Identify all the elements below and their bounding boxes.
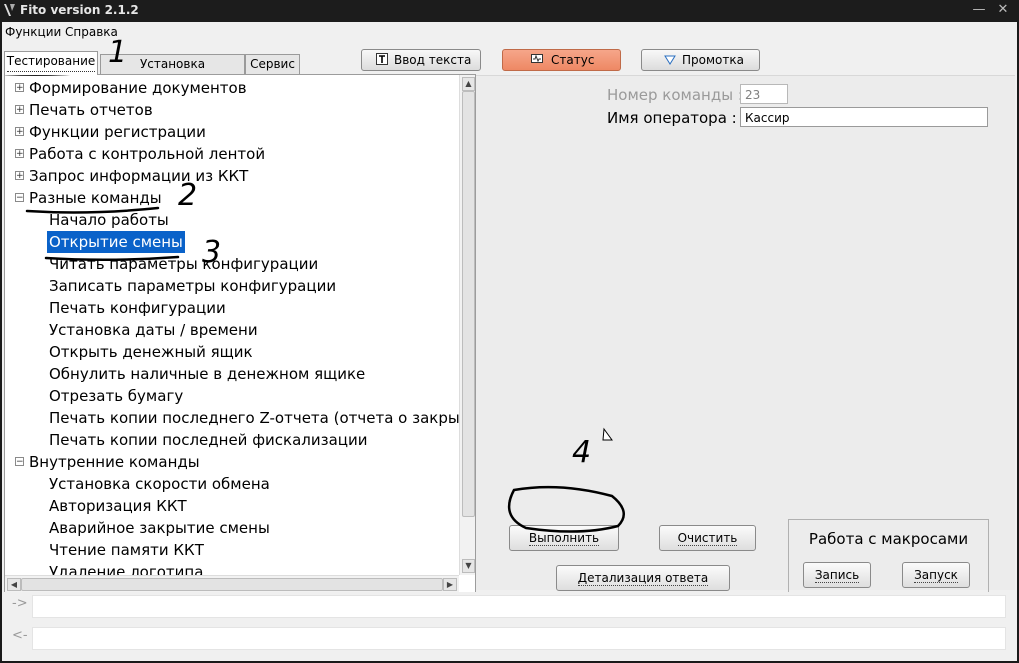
collapse-icon[interactable]: −: [15, 193, 24, 203]
command-params-panel: Номер команды : 23 Имя оператора : Касси…: [476, 75, 1015, 604]
tab-service[interactable]: Сервис: [245, 54, 300, 75]
command-number-field[interactable]: 23: [740, 84, 788, 104]
tree-item-label: Печать копии последней фискализации: [49, 431, 368, 449]
tree-item-label: Чтение памяти ККТ: [49, 541, 204, 559]
scroll-thumb-horizontal[interactable]: [21, 578, 443, 591]
macros-title: Работа с макросами: [808, 530, 969, 548]
console-input-line: <-: [2, 624, 1017, 652]
collapse-icon[interactable]: −: [15, 457, 24, 467]
tree-item-label: Печать отчетов: [29, 101, 153, 119]
window-title: Fito version 2.1.2: [20, 3, 139, 17]
tree-item-label: Начало работы: [49, 211, 169, 229]
tree-item-label: Формирование документов: [29, 79, 247, 97]
tree-item-label: Обнулить наличные в денежном ящике: [49, 365, 366, 383]
expand-icon[interactable]: +: [15, 127, 24, 137]
scroll-thumb[interactable]: [462, 91, 475, 517]
tree-item-label: Открытие смены: [47, 231, 185, 253]
tree-item-label: Функции регистрации: [29, 123, 206, 141]
tree-item-label: Работа с контрольной лентой: [29, 145, 266, 163]
tree-item-label: Установка даты / времени: [49, 321, 258, 339]
command-tree: + Формирование документов + Печать отчетов +…: [4, 74, 476, 593]
tree-item-label: Записать параметры конфигурации: [49, 277, 337, 295]
command-number-label: Номер команды :: [607, 86, 743, 104]
scroll-right-icon[interactable]: ▶: [443, 578, 457, 591]
app-client-area: Функции Справка Тестирование Установка п…: [2, 22, 1017, 661]
tree-item-label: Читать параметры конфигурации: [49, 255, 319, 273]
macro-run-button[interactable]: Запуск: [902, 562, 970, 588]
tree-item-label: Отрезать бумагу: [49, 387, 184, 405]
monitor-icon: [531, 54, 543, 63]
menu-functions[interactable]: Функции: [5, 25, 61, 39]
out-prompt: ->: [12, 596, 28, 611]
scroll-up-icon[interactable]: ▲: [462, 77, 475, 91]
minimize-icon[interactable]: —: [970, 2, 988, 18]
tree-item-label: Открыть денежный ящик: [49, 343, 253, 361]
tab-testing[interactable]: Тестирование: [4, 51, 98, 75]
tree-item-label: Авторизация ККТ: [49, 497, 187, 515]
macro-record-button[interactable]: Запись: [803, 562, 871, 588]
clear-button[interactable]: Очистить: [659, 525, 756, 551]
expand-icon[interactable]: +: [15, 83, 24, 93]
console-output-line: ->: [2, 592, 1017, 620]
tree-item-label: Аварийное закрытие смены: [49, 519, 270, 537]
console-input-field[interactable]: [32, 627, 1006, 650]
expand-icon[interactable]: +: [15, 149, 24, 159]
tree-item-label: Печать копии последнего Z-отчета (отчета…: [49, 409, 476, 427]
text-input-button[interactable]: Ввод текста: [361, 49, 481, 71]
operator-name-field[interactable]: Кассир: [740, 107, 988, 127]
close-icon[interactable]: ✕: [994, 2, 1012, 18]
tab-parameters[interactable]: Установка параметров: [100, 54, 245, 90]
expand-icon[interactable]: +: [15, 105, 24, 115]
expand-icon[interactable]: +: [15, 171, 24, 181]
scroll-left-icon[interactable]: ◀: [7, 578, 21, 591]
menu-bar: Функции Справка: [2, 22, 1017, 42]
app-logo-icon: [4, 4, 15, 16]
text-T-icon: [376, 53, 388, 65]
tree-item-label: Запрос информации из ККТ: [29, 167, 249, 185]
tree-vertical-scrollbar[interactable]: ▲ ▼: [459, 75, 475, 575]
tree-item-label: Внутренние команды: [29, 453, 200, 471]
tree-item-label: Разные команды: [29, 189, 162, 207]
tree-item-label: Печать конфигурации: [49, 299, 226, 317]
execute-button[interactable]: Выполнить: [509, 525, 619, 551]
scroll-button[interactable]: Промотка: [641, 49, 760, 71]
status-button[interactable]: Статус: [502, 49, 621, 71]
menu-help[interactable]: Справка: [65, 25, 118, 39]
triangle-down-icon: [664, 55, 676, 65]
operator-name-label: Имя оператора :: [607, 109, 737, 127]
response-details-button[interactable]: Детализация ответа: [556, 565, 730, 591]
scroll-down-icon[interactable]: ▼: [462, 559, 475, 573]
in-prompt: <-: [12, 628, 28, 643]
console-output-field[interactable]: [32, 595, 1006, 618]
title-bar: Fito version 2.1.2 — ✕: [0, 0, 1019, 22]
tree-item-label: Установка скорости обмена: [49, 475, 270, 493]
tree-horizontal-scrollbar[interactable]: ◀ ▶: [5, 575, 459, 592]
